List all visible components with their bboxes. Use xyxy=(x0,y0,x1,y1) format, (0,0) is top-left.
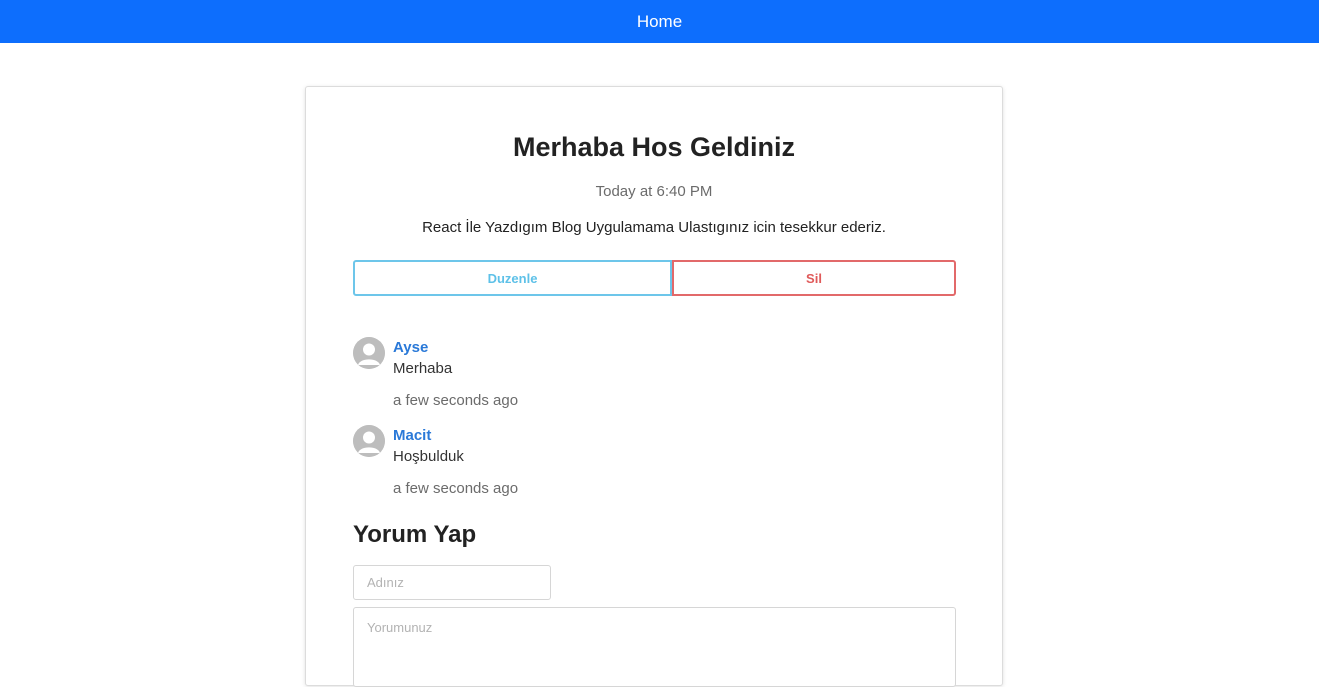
user-avatar-icon xyxy=(353,425,385,457)
post-title: Merhaba Hos Geldiniz xyxy=(512,132,796,162)
name-input[interactable] xyxy=(353,565,551,600)
comment-item: Ayse Merhaba a few seconds ago xyxy=(353,337,953,417)
post-actions: Duzenle Sil xyxy=(353,260,956,296)
comment-time: a few seconds ago xyxy=(393,480,519,497)
top-navbar: Home xyxy=(0,0,1319,43)
post-card: Merhaba Hos Geldiniz Today at 6:40 PM Re… xyxy=(305,86,1003,687)
comment-text: Merhaba xyxy=(393,360,453,377)
comment-author[interactable]: Ayse xyxy=(393,339,428,356)
post-date: Today at 6:40 PM xyxy=(595,183,713,200)
home-link[interactable]: Home xyxy=(637,12,682,32)
comment-author[interactable]: Macit xyxy=(393,427,431,444)
edit-button[interactable]: Duzenle xyxy=(353,260,672,296)
comment-textarea[interactable] xyxy=(353,607,956,687)
post-content: React İle Yazdıgım Blog Uygulamama Ulast… xyxy=(422,219,886,236)
comment-item: Macit Hoşbulduk a few seconds ago xyxy=(353,425,953,505)
comment-text: Hoşbulduk xyxy=(393,448,464,465)
comment-time: a few seconds ago xyxy=(393,392,519,409)
comment-form-title: Yorum Yap xyxy=(353,521,477,548)
delete-button[interactable]: Sil xyxy=(672,260,956,296)
user-avatar-icon xyxy=(353,337,385,369)
